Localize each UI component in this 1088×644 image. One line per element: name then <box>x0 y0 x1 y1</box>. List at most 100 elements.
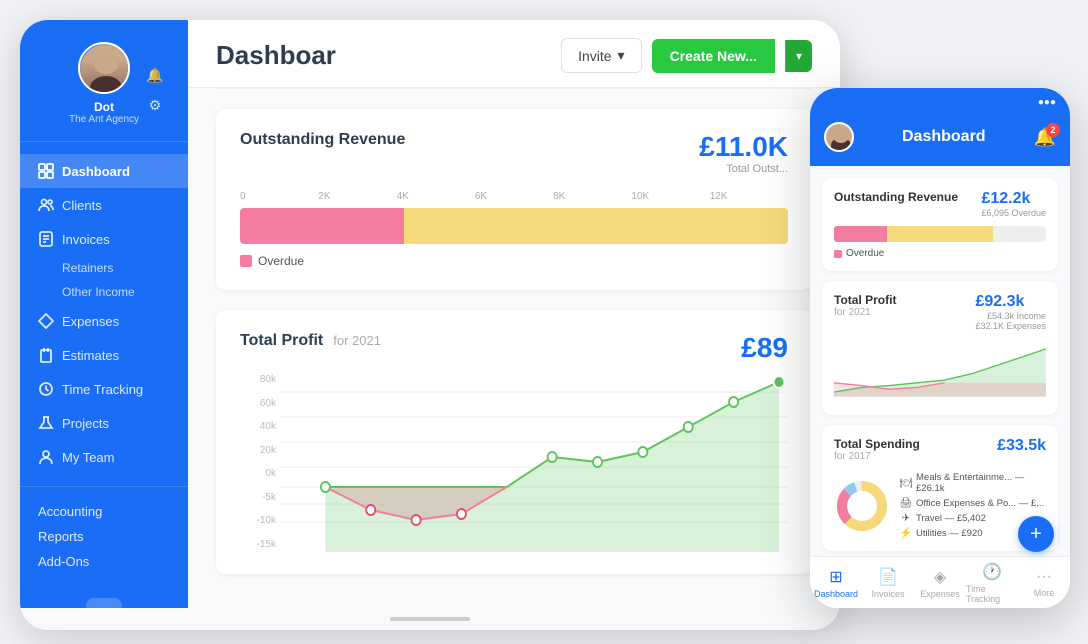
page-title: Dashboar <box>216 40 336 71</box>
profit-card: Total Profit for 2021 £89 80k 60k 40k 20… <box>216 310 812 574</box>
sidebar-item-dashboard[interactable]: Dashboard <box>20 154 188 188</box>
legend-overdue-label: Overdue <box>258 254 304 268</box>
nav-items: Dashboard Clients Invoices <box>20 142 188 486</box>
settings-icon[interactable]: ⚙ <box>144 94 166 116</box>
diamond-icon <box>38 313 54 329</box>
phone-fab-button[interactable]: + <box>1018 516 1054 552</box>
phone-spending-amount: £33.5k <box>997 437 1046 455</box>
bar-pending <box>404 208 788 244</box>
phone-status-bar: ●●● <box>810 88 1070 116</box>
notification-icon[interactable]: 🔔 <box>144 64 166 86</box>
phone: ●●● Dashboard 🔔 2 Outstanding Revenue £1… <box>810 88 1070 608</box>
phone-header-title: Dashboard <box>902 128 986 146</box>
phone-nav-more[interactable]: ··· More <box>1018 568 1070 598</box>
sidebar-bottom: Accounting Reports Add-Ons <box>20 486 188 586</box>
main-header: Dashboar Invite ▾ Create New... ▾ <box>188 20 840 88</box>
revenue-card: Outstanding Revenue £11.0K Total Outst..… <box>216 109 812 290</box>
phone-bar-overdue <box>834 226 887 242</box>
sidebar-accounting[interactable]: Accounting <box>38 499 170 524</box>
phone-nav-time-tracking[interactable]: 🕐 Time Tracking <box>966 562 1018 604</box>
sidebar-item-label-retainers: Retainers <box>62 261 113 275</box>
phone-nav-invoices-label: Invoices <box>871 589 904 599</box>
phone-revenue-overdue: £6,095 Overdue <box>981 208 1046 218</box>
phone-nav-diamond-icon: ◈ <box>934 567 946 587</box>
bar-axis: 0 2K 4K 6K 8K 10K 12K <box>240 191 788 202</box>
phone-spending-subtitle: for 2017 <box>834 451 920 462</box>
stacked-bar <box>240 208 788 244</box>
create-new-dropdown-button[interactable]: ▾ <box>785 40 812 72</box>
notification-badge: 2 <box>1046 123 1060 137</box>
spending-item-meals-label: Meals & Entertainme... — £26.1k <box>916 472 1046 494</box>
revenue-amount: £11.0K <box>699 131 788 163</box>
phone-nav-dashboard-label: Dashboard <box>814 589 858 599</box>
main-body: Outstanding Revenue £11.0K Total Outst..… <box>188 89 840 608</box>
sidebar-item-retainers[interactable]: Retainers <box>20 256 188 280</box>
bar-overdue <box>240 208 404 244</box>
header-actions: Invite ▾ Create New... ▾ <box>561 38 812 73</box>
person-icon <box>38 449 54 465</box>
profit-card-title: Total Profit <box>240 332 323 350</box>
grid-icon <box>38 163 54 179</box>
user-name: Dot <box>94 100 114 114</box>
avatar <box>78 42 130 94</box>
invite-button[interactable]: Invite ▾ <box>561 38 642 73</box>
phone-profit-amount: £92.3k <box>975 293 1046 311</box>
spending-item-travel-label: Travel — £5,402 <box>916 513 986 524</box>
clock-icon <box>38 381 54 397</box>
phone-revenue-amount: £12.2k <box>981 190 1046 208</box>
sidebar-item-label-clients: Clients <box>62 198 102 213</box>
phone-signal: ●●● <box>1038 97 1056 108</box>
phone-revenue-title: Outstanding Revenue <box>834 190 958 204</box>
revenue-label: Total Outst... <box>699 163 788 175</box>
sidebar-item-label-invoices: Invoices <box>62 232 110 247</box>
spending-row: 🍽 Meals & Entertainme... — £26.1k 🖨 Offi… <box>834 472 1046 539</box>
meals-icon: 🍽 <box>900 477 912 489</box>
bar-legend: Overdue <box>240 254 788 268</box>
sidebar-item-estimates[interactable]: Estimates <box>20 338 188 372</box>
sidebar-item-label-dashboard: Dashboard <box>62 164 130 179</box>
phone-profit-subtitle: for 2021 <box>834 307 896 318</box>
scene: 🔔 ⚙ Dot The Ant Agency Dashboard <box>0 0 1088 644</box>
user-agency: The Ant Agency <box>69 114 139 125</box>
utilities-icon: ⚡ <box>900 527 912 539</box>
sidebar-item-other-income[interactable]: Other Income <box>20 280 188 304</box>
sidebar-item-label-my-team: My Team <box>62 450 115 465</box>
users-icon <box>38 197 54 213</box>
sidebar-item-label-projects: Projects <box>62 416 109 431</box>
phone-nav-grid-icon: ⊞ <box>829 567 842 587</box>
phone-stacked-bar <box>834 226 1046 242</box>
phone-nav-clock-icon: 🕐 <box>982 562 1002 582</box>
sidebar-item-time-tracking[interactable]: Time Tracking <box>20 372 188 406</box>
phone-profit-expenses: £32.1K Expenses <box>975 321 1046 331</box>
phone-nav-dashboard[interactable]: ⊞ Dashboard <box>810 567 862 599</box>
phone-bar-pending <box>887 226 993 242</box>
phone-legend-dot <box>834 250 842 258</box>
sidebar-item-clients[interactable]: Clients <box>20 188 188 222</box>
sidebar-item-invoices[interactable]: Invoices <box>20 222 188 256</box>
phone-nav-expenses[interactable]: ◈ Expenses <box>914 567 966 599</box>
phone-bottom-nav: ⊞ Dashboard 📄 Invoices ◈ Expenses 🕐 Time… <box>810 556 1070 608</box>
sidebar-item-label-time-tracking: Time Tracking <box>62 382 143 397</box>
phone-nav-invoices[interactable]: 📄 Invoices <box>862 567 914 599</box>
phone-profit-card: Total Profit for 2021 £92.3k £54.3k Inco… <box>822 281 1058 415</box>
profit-amount: £89 <box>741 332 788 364</box>
sidebar-reports[interactable]: Reports <box>38 524 170 549</box>
legend-overdue-dot <box>240 255 252 267</box>
create-new-button[interactable]: Create New... <box>652 39 775 73</box>
spending-item-meals: 🍽 Meals & Entertainme... — £26.1k <box>900 472 1046 494</box>
chevron-down-icon: ▾ <box>618 47 625 64</box>
sidebar-logo: F <box>20 586 188 608</box>
fresbooks-logo: F <box>86 598 122 608</box>
phone-avatar <box>824 122 854 152</box>
spending-item-utilities-label: Utilities — £920 <box>916 528 983 539</box>
profit-card-subtitle: for 2021 <box>333 333 381 348</box>
sidebar-profile: 🔔 ⚙ Dot The Ant Agency <box>20 20 188 142</box>
tablet: 🔔 ⚙ Dot The Ant Agency Dashboard <box>20 20 840 630</box>
sidebar-addons[interactable]: Add-Ons <box>38 549 170 574</box>
sidebar-item-projects[interactable]: Projects <box>20 406 188 440</box>
sidebar-item-my-team[interactable]: My Team <box>20 440 188 474</box>
sidebar-item-expenses[interactable]: Expenses <box>20 304 188 338</box>
chart-y-labels: 80k 60k 40k 20k 0k -5k -10k -15k <box>240 372 276 552</box>
clipboard-icon <box>38 347 54 363</box>
phone-bar-empty <box>993 226 1046 242</box>
